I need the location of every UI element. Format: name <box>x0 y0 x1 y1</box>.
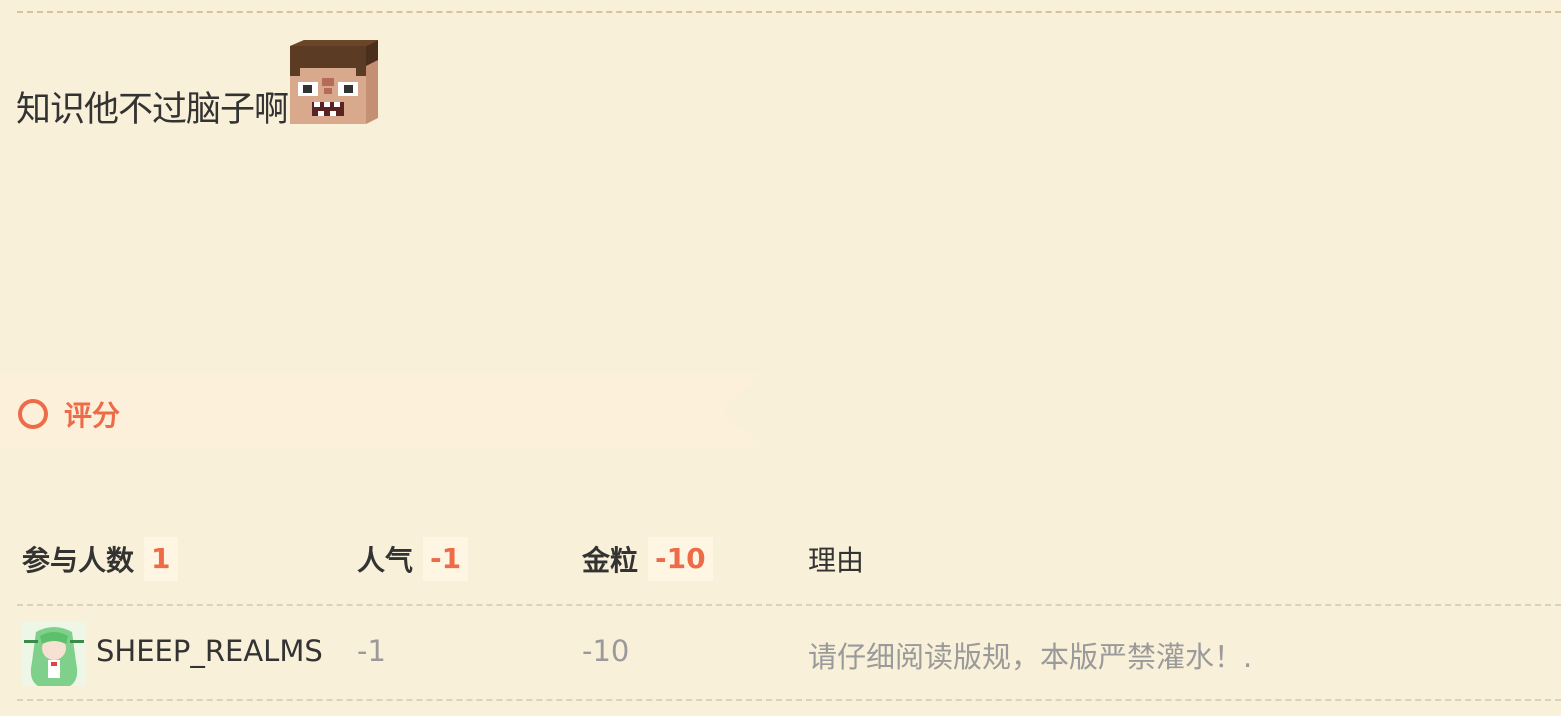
rater-gold: -10 <box>582 634 630 668</box>
participants-count-badge: 1 <box>144 537 178 581</box>
rating-title-text: 评分 <box>64 399 121 432</box>
participants-label: 参与人数 <box>22 544 135 577</box>
rating-table-header: 参与人数 1 人气 -1 金粒 -10 理由 <box>22 536 1561 584</box>
table-divider <box>17 604 1561 606</box>
avatar[interactable] <box>22 622 86 686</box>
popularity-label: 人气 <box>357 544 414 577</box>
ring-icon <box>16 397 50 431</box>
rating-title: 评分 <box>16 394 120 434</box>
top-divider <box>17 11 1561 13</box>
popularity-header: 人气 -1 <box>357 536 469 582</box>
reason-label: 理由 <box>808 544 865 577</box>
rater-reason: 请仔细阅读版规，本版严禁灌水！. <box>808 640 1253 674</box>
gold-total-badge: -10 <box>648 537 713 581</box>
table-row: SHEEP_REALMS -1 -10 请仔细阅读版规，本版严禁灌水！. <box>22 620 1561 688</box>
gold-label: 金粒 <box>582 544 639 577</box>
participants-header: 参与人数 1 <box>22 536 178 582</box>
rater-popularity: -1 <box>357 634 386 668</box>
reason-header: 理由 <box>808 536 864 582</box>
post-text: 知识他不过脑子啊 <box>16 90 289 130</box>
table-bottom-divider <box>17 699 1561 701</box>
popularity-total-badge: -1 <box>423 537 469 581</box>
pixel-face-emoji-icon <box>290 40 380 126</box>
gold-header: 金粒 -10 <box>582 536 713 582</box>
rater-username[interactable]: SHEEP_REALMS <box>96 634 323 668</box>
post-body: 知识他不过脑子啊 <box>16 40 380 130</box>
